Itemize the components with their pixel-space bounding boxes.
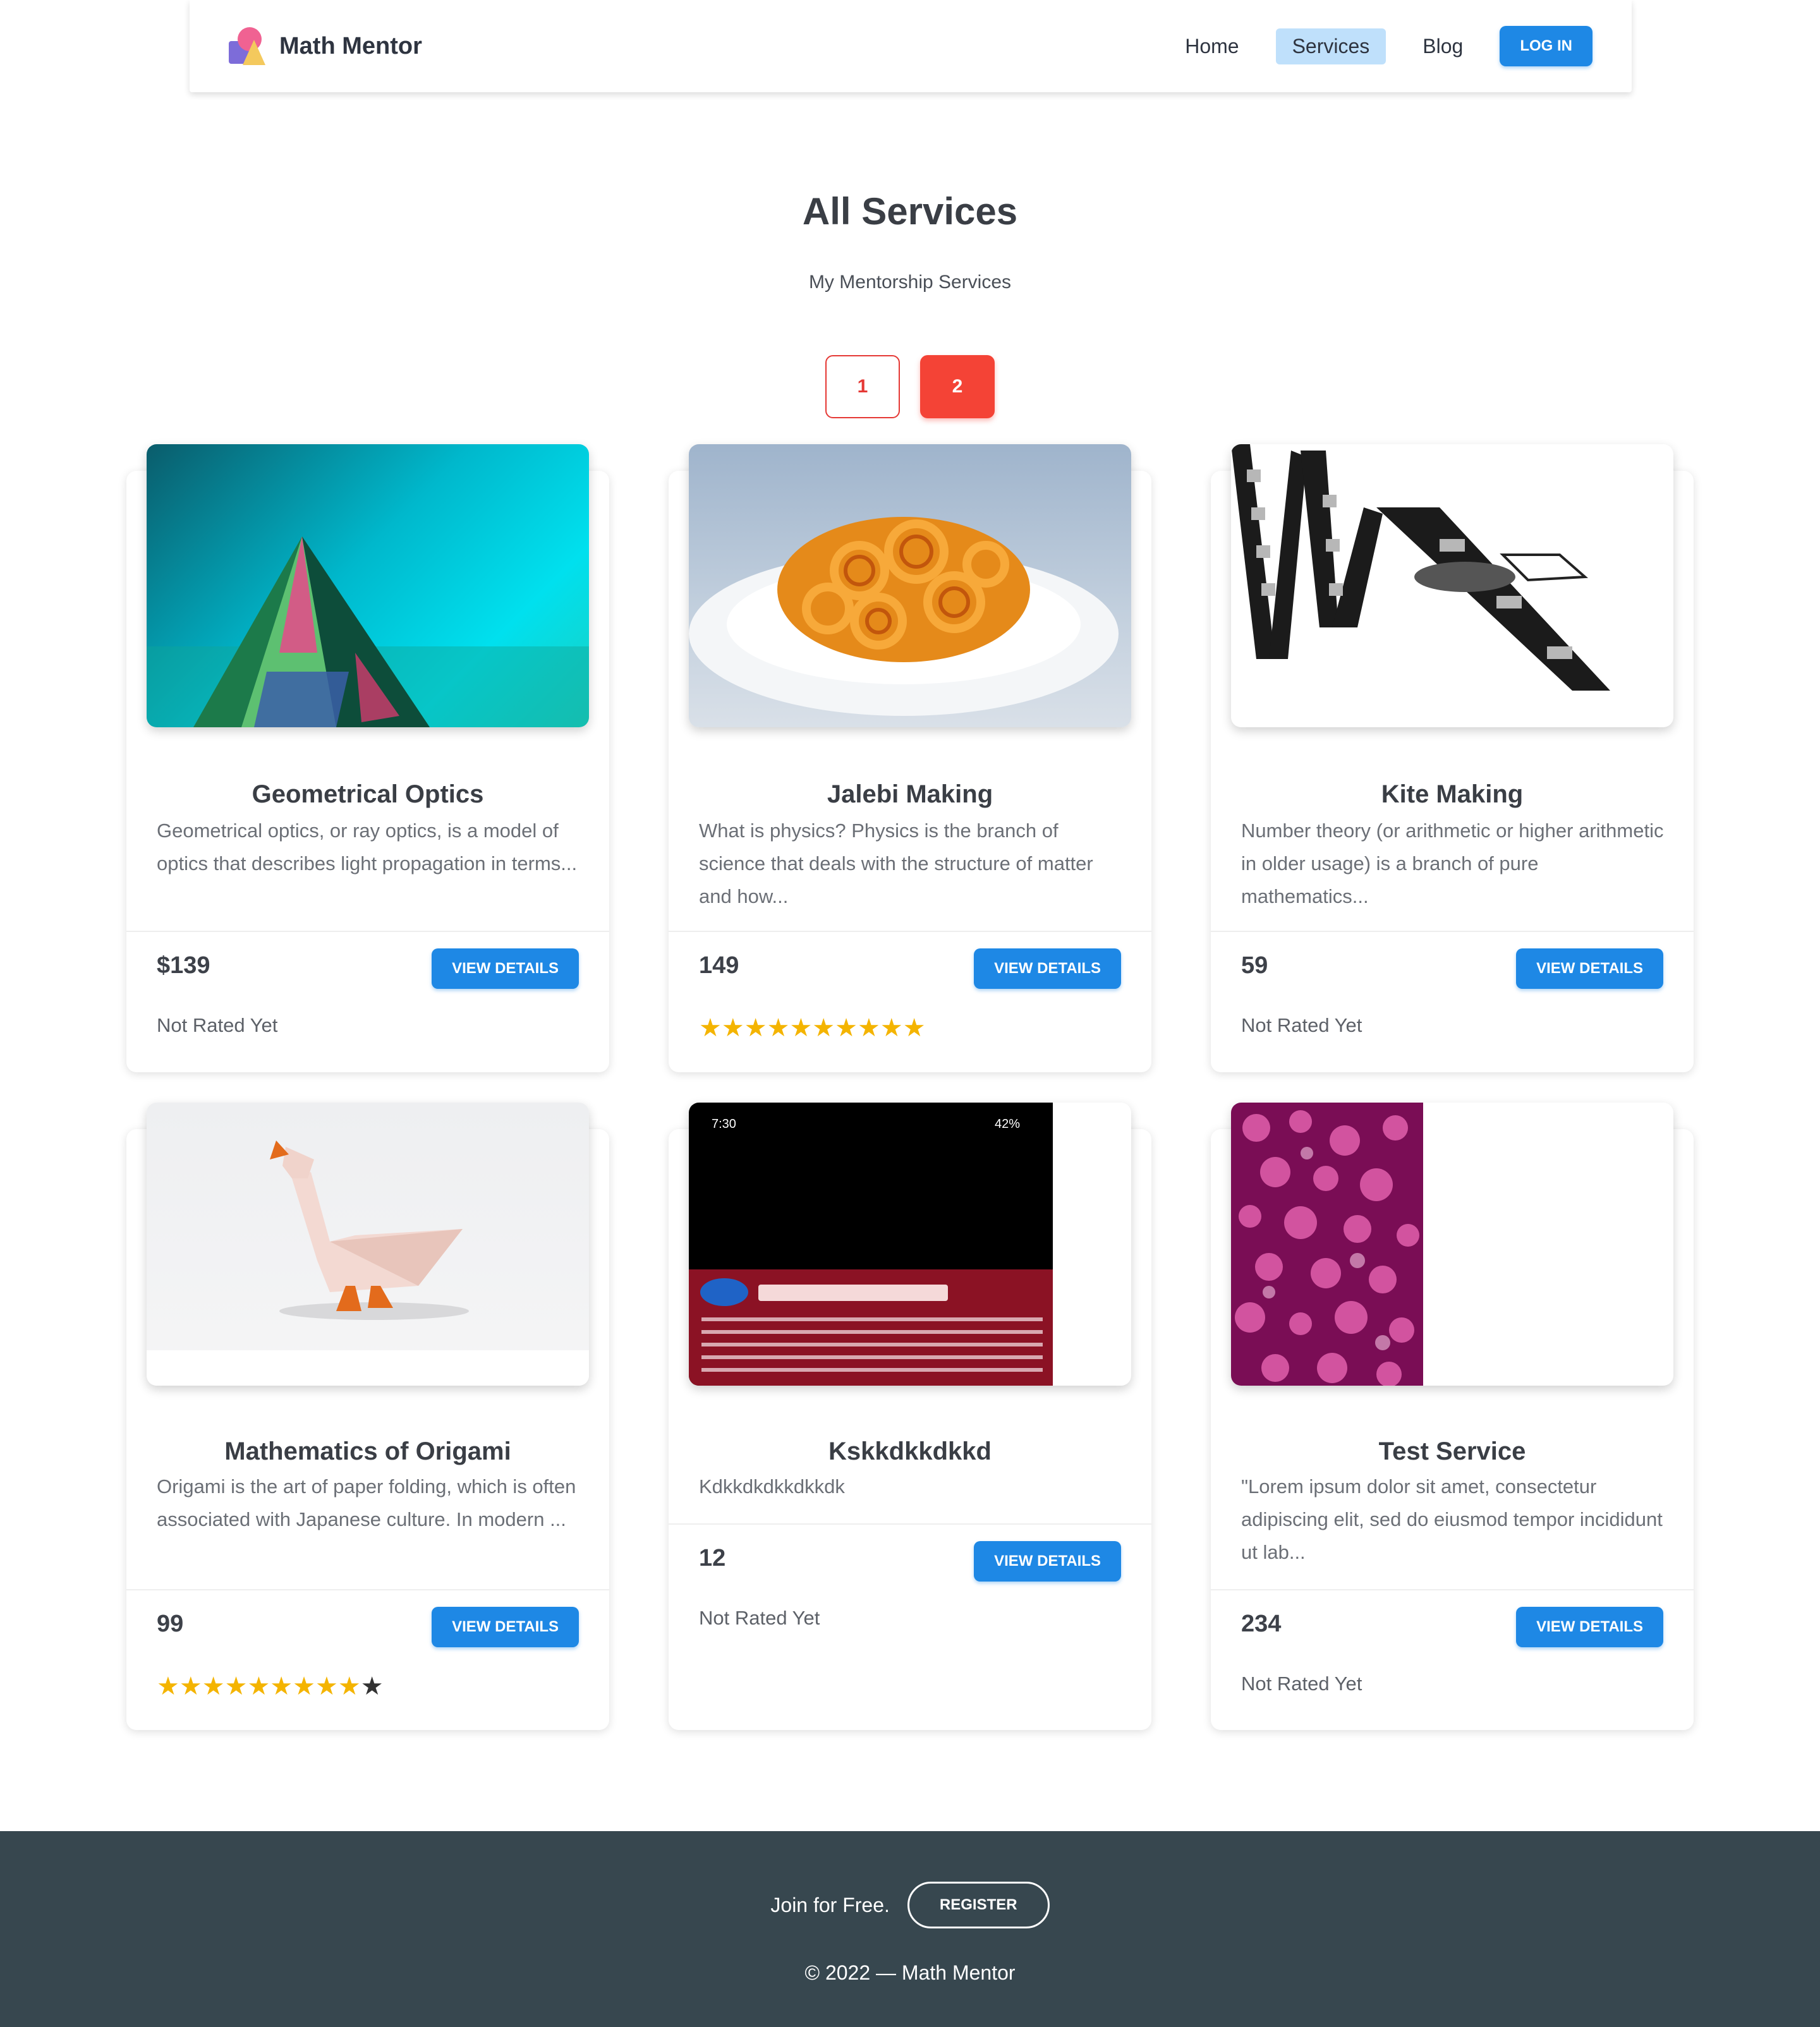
star-filled-icon: ★ [699,1014,722,1042]
service-image [1231,1103,1673,1386]
card-divider [669,1523,1151,1525]
view-details-button[interactable]: VIEW DETAILS [432,1607,579,1647]
card-divider [126,931,609,932]
join-text: Join for Free. [770,1893,890,1916]
math-mentor-logo-icon [229,27,267,65]
top-navbar: Math Mentor Home Services Blog LOG IN [190,0,1632,92]
star-filled-icon: ★ [721,1014,744,1042]
page-title: All Services [802,190,1018,233]
service-image [1231,444,1673,727]
star-rating: ★★★★★★★★★★ [157,1673,384,1700]
register-button[interactable]: REGISTER [907,1882,1050,1928]
card-divider [1211,931,1694,932]
star-filled-icon: ★ [270,1673,293,1700]
star-filled-icon: ★ [880,1014,903,1042]
service-description: Origami is the art of paper folding, whi… [157,1475,576,1530]
service-title: Kskkdkkdkkd [828,1437,992,1465]
star-filled-icon: ★ [744,1014,767,1042]
star-rating: ★★★★★★★★★★ [699,1014,926,1042]
star-filled-icon: ★ [247,1673,270,1700]
card-divider [1211,1589,1694,1590]
star-filled-icon: ★ [767,1014,790,1042]
star-filled-icon: ★ [789,1014,813,1042]
rating-text: Not Rated Yet [1241,1673,1362,1695]
service-price: 12 [699,1545,726,1571]
service-image [147,444,589,727]
service-card: 7:30 42% Kskkdkkdkkd Kdkkdkdkkdkkdk 12 V… [669,1103,1151,1730]
service-price: 234 [1241,1611,1282,1637]
service-card: Kite Making Number theory (or arithmetic… [1211,444,1694,1072]
service-price: 59 [1241,952,1268,979]
view-details-button[interactable]: VIEW DETAILS [974,1541,1121,1582]
brand[interactable]: Math Mentor [229,27,422,65]
star-filled-icon: ★ [337,1673,361,1700]
rating-text: Not Rated Yet [1241,1014,1362,1036]
nav-home[interactable]: Home [1168,28,1255,64]
service-title: Jalebi Making [827,780,993,808]
footer-cta: Join for Free. REGISTER [0,1882,1820,1928]
service-title: Test Service [1378,1437,1526,1465]
service-description: Geometrical optics, or ray optics, is a … [157,820,578,874]
service-card: Test Service "Lorem ipsum dolor sit amet… [1211,1103,1694,1730]
service-card: Geometrical Optics Geometrical optics, o… [126,444,609,1072]
main-nav: Home Services Blog LOG IN [1168,26,1592,66]
service-image [147,1103,589,1386]
service-description: Number theory (or arithmetic or higher a… [1241,820,1664,907]
service-image [689,444,1131,727]
view-details-button[interactable]: VIEW DETAILS [432,948,579,989]
star-filled-icon: ★ [179,1673,202,1700]
star-filled-icon: ★ [858,1014,880,1042]
service-price: $139 [157,952,210,979]
star-filled-icon: ★ [293,1673,316,1700]
nav-blog[interactable]: Blog [1406,28,1479,64]
copyright: © 2022 — Math Mentor [804,1961,1016,1984]
brand-name: Math Mentor [279,32,422,59]
service-title: Geometrical Optics [252,780,484,808]
service-image: 7:30 42% [689,1103,1131,1386]
card-divider [126,1589,609,1590]
rating-text: Not Rated Yet [157,1014,278,1036]
service-description: Kdkkdkdkkdkkdk [699,1475,845,1498]
pagination: 1 2 [0,355,1820,418]
page-subtitle: My Mentorship Services [808,272,1012,293]
page-button-2[interactable]: 2 [920,355,995,418]
phone-time: 7:30 [712,1117,736,1131]
view-details-button[interactable]: VIEW DETAILS [1516,1607,1663,1647]
service-price: 99 [157,1611,184,1637]
nav-services[interactable]: Services [1275,28,1386,64]
page-button-1[interactable]: 1 [825,355,900,418]
service-card: Jalebi Making What is physics? Physics i… [669,444,1151,1072]
rating-text: Not Rated Yet [699,1607,820,1629]
phone-battery: 42% [995,1117,1020,1131]
star-filled-icon: ★ [157,1673,179,1700]
star-filled-icon: ★ [835,1014,858,1042]
star-filled-icon: ★ [202,1673,225,1700]
star-filled-icon: ★ [902,1014,926,1042]
service-price: 149 [699,952,739,979]
footer: Join for Free. REGISTER © 2022 — Math Me… [0,1831,1820,2027]
service-card: Mathematics of Origami Origami is the ar… [126,1103,609,1730]
service-description: "Lorem ipsum dolor sit amet, consectetur… [1241,1475,1663,1563]
service-description: What is physics? Physics is the branch o… [699,820,1093,907]
view-details-button[interactable]: VIEW DETAILS [1516,948,1663,989]
star-empty-icon: ★ [360,1673,384,1700]
view-details-button[interactable]: VIEW DETAILS [974,948,1121,989]
card-divider [669,931,1151,932]
service-title: Kite Making [1381,780,1524,808]
star-filled-icon: ★ [315,1673,338,1700]
star-filled-icon: ★ [224,1673,248,1700]
star-filled-icon: ★ [812,1014,835,1042]
service-title: Mathematics of Origami [224,1437,511,1465]
login-button[interactable]: LOG IN [1500,26,1592,66]
